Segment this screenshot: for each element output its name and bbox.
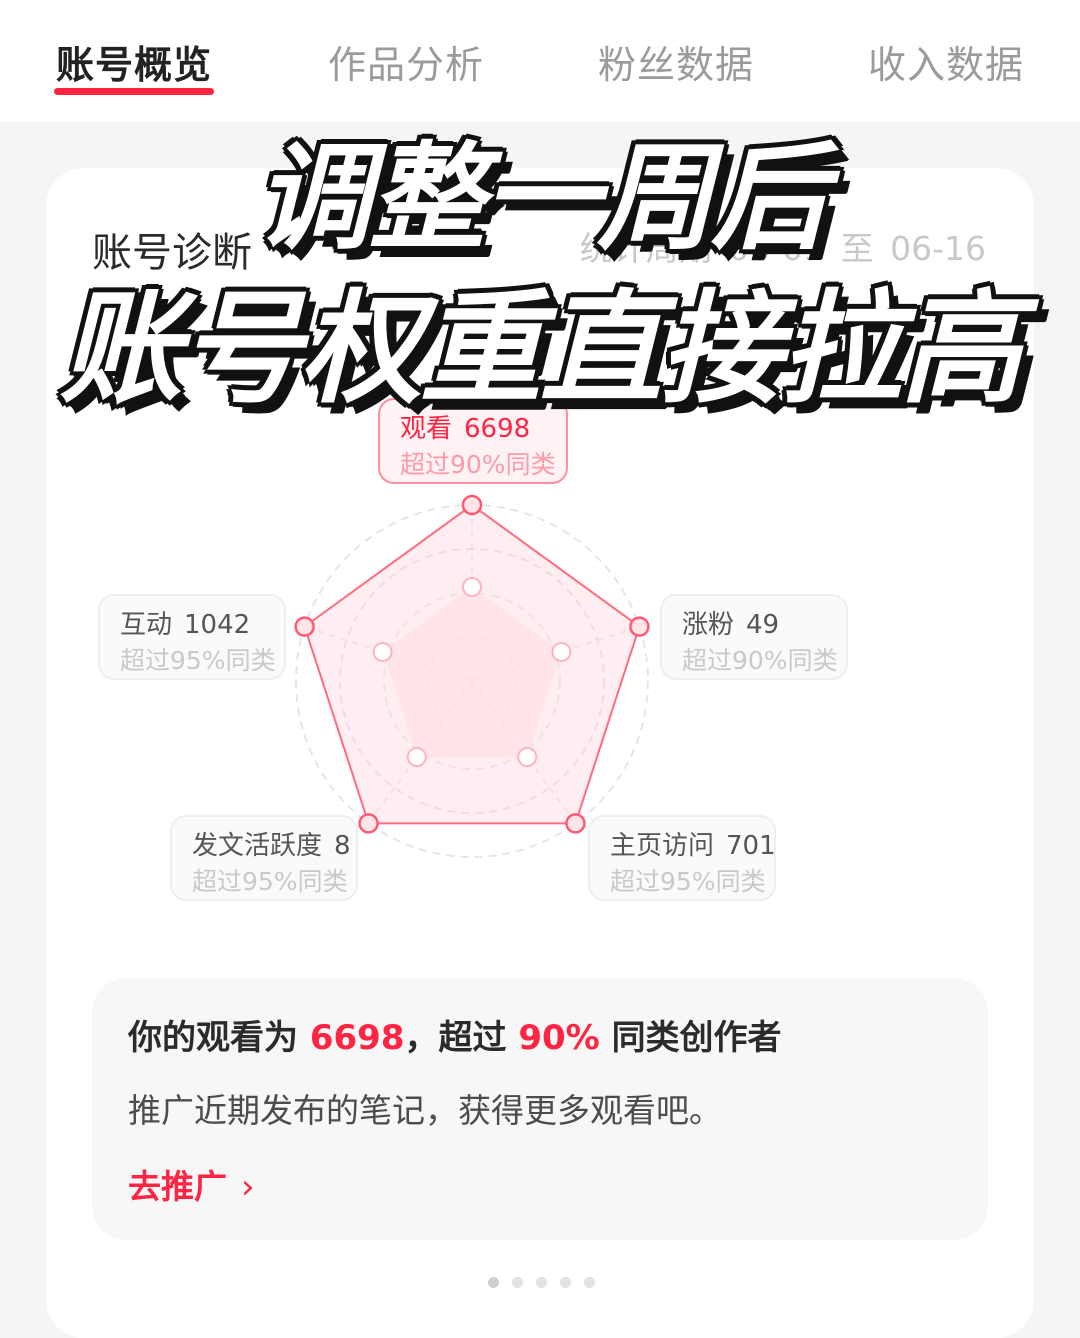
metric-interaction-sub: 超过95%同类 — [120, 646, 276, 675]
radar-baseline-point-homepage — [517, 747, 538, 768]
tip-prefix: 你的观看为 — [128, 1018, 298, 1058]
metric-homepage-visits[interactable]: 主页访问 701 超过95%同类 — [588, 815, 776, 901]
radar-baseline-point-fans — [551, 641, 572, 662]
pager-dot[interactable] — [536, 1277, 547, 1288]
metric-views-sub: 超过90%同类 — [400, 450, 556, 479]
radar-baseline-point-views — [462, 577, 482, 597]
radar-point-activity — [358, 813, 379, 834]
metric-post-activity[interactable]: 发文活跃度 8 超过95%同类 — [170, 815, 358, 901]
radar-value-shape — [303, 503, 641, 825]
metric-interaction[interactable]: 互动 1042 超过95%同类 — [98, 594, 286, 680]
metric-activity-label: 发文活跃度 — [192, 831, 323, 861]
pager-dot[interactable] — [512, 1277, 523, 1288]
pager-dot[interactable] — [488, 1277, 499, 1288]
pager-dot[interactable] — [560, 1277, 571, 1288]
metric-interaction-value: 1042 — [184, 610, 251, 640]
promote-label: 去推广 — [128, 1167, 227, 1206]
tip-percent: 90% — [518, 1018, 600, 1058]
metric-activity-value: 8 — [334, 831, 351, 861]
tip-middle: ，超过 — [404, 1018, 507, 1058]
metric-homepage-value: 701 — [726, 831, 776, 861]
metric-fans-value: 49 — [746, 610, 780, 640]
pager-dot[interactable] — [584, 1277, 595, 1288]
chevron-right-icon: › — [241, 1167, 255, 1207]
metric-fans[interactable]: 涨粉 49 超过90%同类 — [660, 594, 848, 680]
tip-suffix: 同类创作者 — [611, 1018, 782, 1058]
overlay-headline-line2: 账号权重直接拉高 — [60, 278, 1022, 420]
radar-point-fans — [629, 616, 650, 637]
radar-point-homepage — [565, 813, 586, 834]
metric-interaction-label: 互动 — [120, 610, 173, 640]
overlay-headline-line1: 调整一周后 — [255, 131, 827, 266]
tip-suggestion: 推广近期发布的笔记，获得更多观看吧。 — [128, 1091, 722, 1130]
metric-homepage-label: 主页访问 — [610, 831, 715, 861]
metric-activity-sub: 超过95%同类 — [192, 867, 348, 896]
metric-fans-sub: 超过90%同类 — [682, 646, 838, 675]
metric-fans-label: 涨粉 — [682, 610, 735, 640]
metric-homepage-sub: 超过95%同类 — [610, 867, 766, 896]
radar-point-views — [461, 494, 483, 516]
promote-link[interactable]: 去推广 › — [128, 1160, 255, 1208]
radar-point-interaction — [294, 616, 315, 637]
radar-baseline-point-activity — [406, 747, 427, 768]
radar-baseline-point-interaction — [372, 641, 393, 662]
tip-value: 6698 — [309, 1018, 405, 1058]
tip-summary: 你的观看为 6698，超过 90% 同类创作者 — [128, 1010, 782, 1059]
